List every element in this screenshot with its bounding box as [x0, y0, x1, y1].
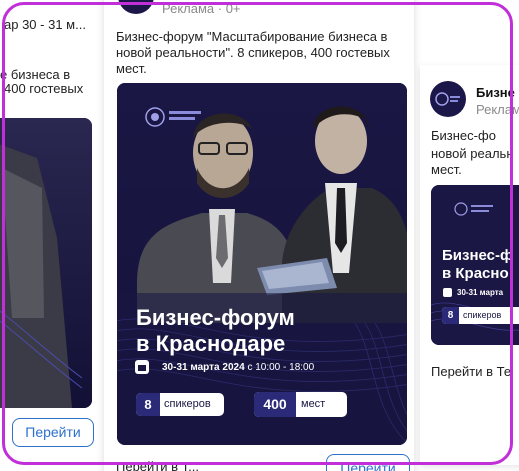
banner-title: Бизнес-ф: [442, 247, 514, 264]
banner-date: 30-31 марта: [457, 288, 504, 297]
ad-banner-image[interactable]: [0, 118, 92, 408]
banner-date: 30-31 марта 2024 с 10:00 - 18:00: [162, 362, 314, 374]
speakers-label: спикеров: [164, 398, 211, 410]
speakers-pill: 8 спикеров: [442, 307, 519, 324]
ad-footer-text: Перейти в Т...: [116, 459, 199, 471]
ad-footer-text: Перейти в Те: [431, 364, 512, 379]
ad-carousel: ар 30 - 31 м... е бизнеса в 400 гостевых…: [0, 0, 519, 471]
cta-button[interactable]: Перейти: [12, 418, 94, 447]
seats-label: мест: [301, 398, 326, 410]
seats-pill: 400 мест: [254, 392, 347, 417]
ad-banner-image[interactable]: Бизнес-ф в Красно 30-31 марта 8 спикеров: [431, 185, 519, 345]
ad-description-line: 400 гостевых: [4, 81, 84, 96]
ad-badge: Реклама · 0+: [162, 1, 241, 16]
ad-card-center[interactable]: Реклама · 0+ Бизнес-форум "Масштабирован…: [104, 0, 414, 471]
ad-description-line: новой реальности". 8 спикеров, 400 госте…: [116, 45, 390, 60]
speakers-count: 8: [442, 307, 459, 324]
ad-card-left[interactable]: ар 30 - 31 м... е бизнеса в 400 гостевых…: [0, 0, 97, 471]
ad-description-line: Бизнес-форум "Масштабирование бизнеса в: [116, 29, 388, 44]
ad-description-line: Бизнес-фо: [431, 128, 496, 143]
seats-count: 400: [254, 392, 296, 417]
speakers-pill: 8 спикеров: [136, 393, 224, 416]
ad-description-line: новой реальн: [431, 146, 514, 161]
ad-date-text: ар 30 - 31 м...: [4, 17, 86, 32]
cta-button[interactable]: Перейти: [326, 454, 410, 471]
ad-banner-image[interactable]: Бизнес-форум в Краснодаре 30-31 марта 20…: [117, 83, 407, 445]
ad-card-right[interactable]: Бизне Реклам Бизнес-фо новой реальн мест…: [420, 65, 519, 465]
banner-title: в Краснодаре: [136, 331, 286, 356]
advertiser-avatar[interactable]: [430, 81, 466, 117]
advertiser-name[interactable]: Бизне: [476, 85, 515, 100]
speakers-label: спикеров: [463, 310, 502, 320]
banner-time-value: с 10:00 - 18:00: [247, 362, 315, 373]
banner-title: Бизнес-форум: [136, 305, 295, 330]
speakers-count: 8: [136, 393, 160, 416]
advertiser-logo-icon: [435, 92, 460, 106]
ad-description-line: мест.: [431, 162, 462, 177]
ad-badge: Реклам: [476, 102, 519, 117]
calendar-icon: [135, 360, 149, 374]
calendar-icon: [443, 288, 452, 297]
banner-title: в Красно: [442, 265, 509, 282]
advertiser-avatar[interactable]: [118, 0, 154, 14]
ad-description-line: мест.: [116, 61, 147, 76]
banner-date-value: 30-31 марта 2024: [162, 362, 245, 373]
